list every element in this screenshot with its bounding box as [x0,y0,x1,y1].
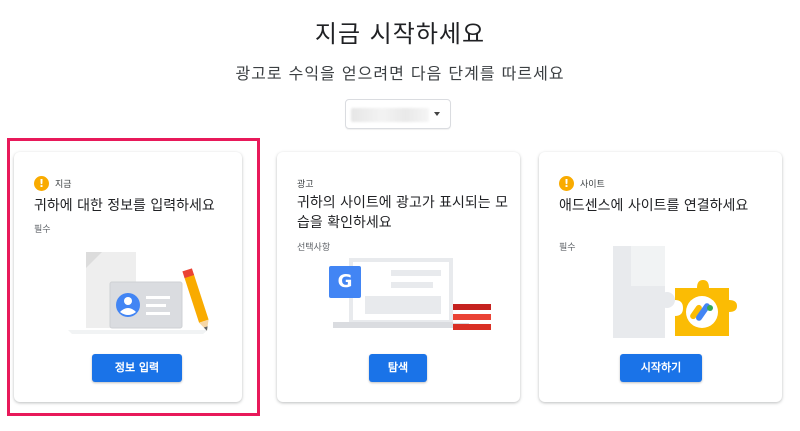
page-subtitle: 광고로 수익을 얻으려면 다음 단계를 따르세요 [235,64,565,83]
card-tag-row: ! 사이트 [559,173,605,191]
google-g-icon: G [337,271,353,292]
explore-button[interactable]: 탐색 [369,354,427,382]
site-selector-value [351,108,429,122]
card-connect-site: ! 사이트 애드센스에 사이트를 연결하세요 필수 시작하기 [539,152,782,402]
get-started-button[interactable]: 시작하기 [620,354,702,382]
card-requirement: 필수 [559,243,576,253]
card-title: 애드센스에 사이트를 연결하세요 [559,198,749,214]
warning-icon: ! [559,176,574,191]
card-title: 귀하의 사이트에 광고가 표시되는 모습을 확인하세요 [297,195,508,231]
caret-down-icon [434,112,440,116]
card-ads-preview: 광고 귀하의 사이트에 광고가 표시되는 모습을 확인하세요 선택사항 G 탐색 [277,152,520,402]
card-requirement: 선택사항 [297,243,331,253]
site-selector[interactable] [345,99,451,129]
page-title: 지금 시작하세요 [314,20,486,48]
puzzle-connect-illustration [613,246,737,338]
card-tag: 광고 [297,180,314,190]
card-tag-row: 광고 [297,173,314,190]
highlight-frame [7,138,260,416]
card-tag: 사이트 [580,180,605,190]
